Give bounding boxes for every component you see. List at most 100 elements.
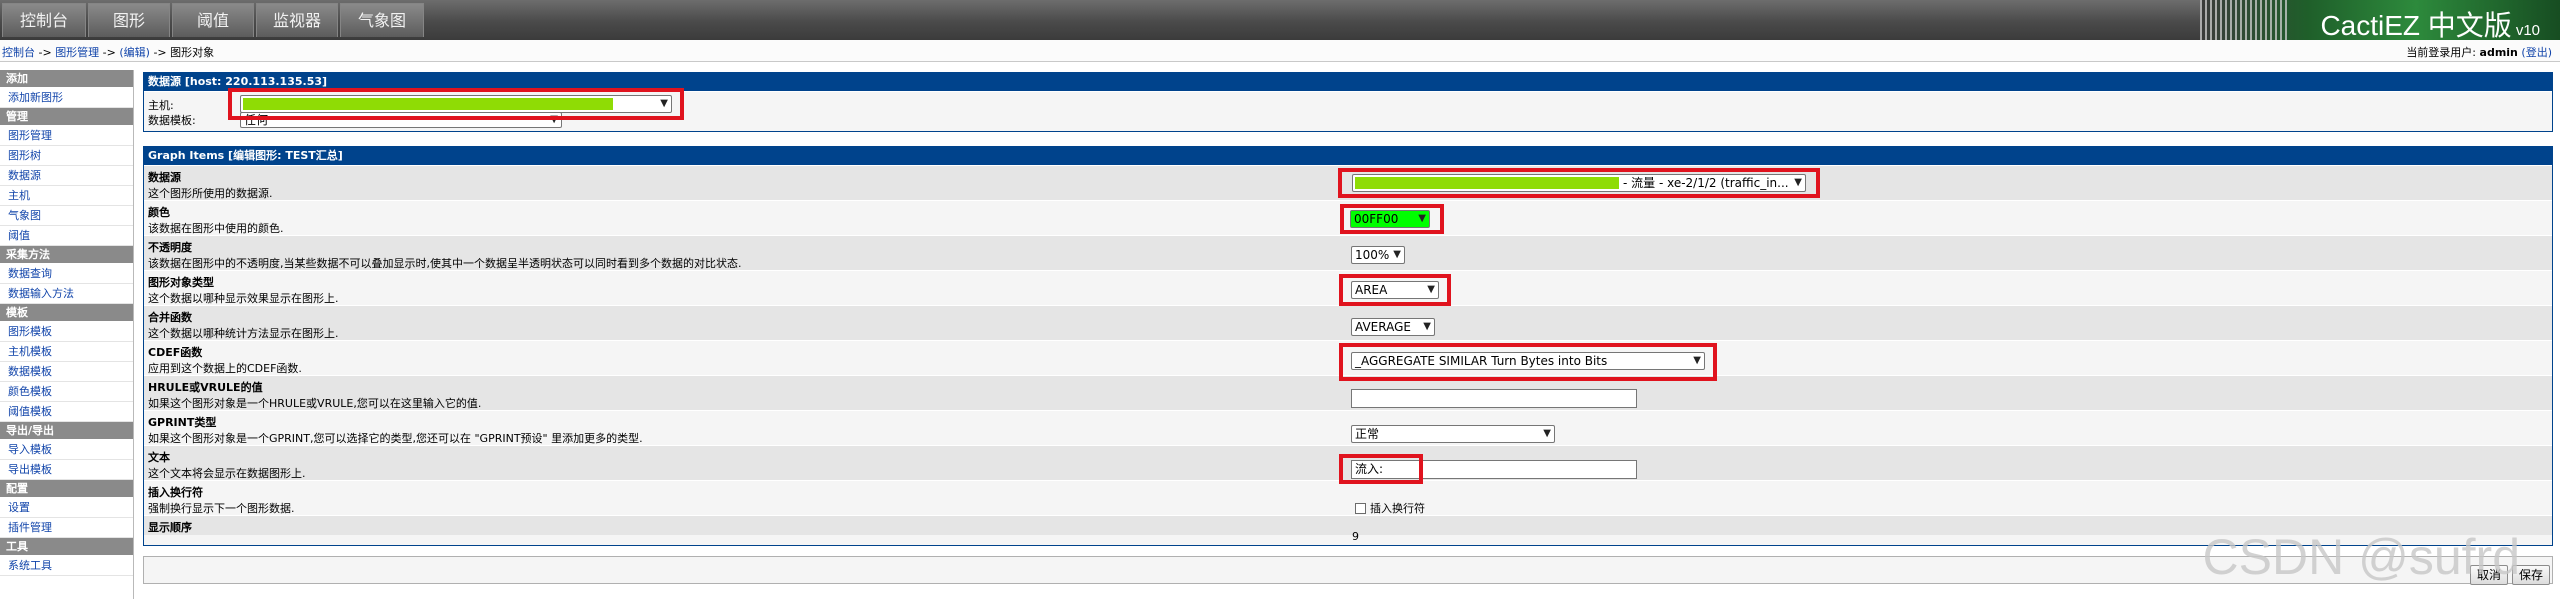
sidebar-item-system-utilities[interactable]: 系统工具 xyxy=(0,556,133,576)
text-desc: 这个文本将会显示在数据图形上. xyxy=(148,467,306,480)
item-type-title: 图形对象类型 xyxy=(148,276,214,289)
hrule-desc: 如果这个图形对象是一个HRULE或VRULE,您可以在这里输入它的值. xyxy=(148,397,482,410)
row-opacity: 不透明度 该数据在图形中的不透明度,当某些数据不可以叠加显示时,使其中一个数据呈… xyxy=(144,235,2552,270)
hard-return-title: 插入换行符 xyxy=(148,486,203,499)
highlight-cdef-select xyxy=(1339,343,1717,381)
graph-items-panel-header: Graph Items [编辑图形: TEST汇总] xyxy=(144,147,2552,165)
top-navigation-bar: 控制台 图形 阈值 监视器 气象图 CactiEZ 中文版 v10 xyxy=(0,0,2560,41)
hard-return-desc: 强制换行显示下一个图形数据. xyxy=(148,502,295,515)
highlight-color-select xyxy=(1340,204,1444,234)
tab-thresholds[interactable]: 阈值 xyxy=(172,3,254,37)
sidebar-item-threshold-templates[interactable]: 阈值模板 xyxy=(0,402,133,422)
opacity-value-text: 100% xyxy=(1355,248,1390,262)
login-info: 当前登录用户: admin (登出) xyxy=(2406,44,2552,60)
datasource-title: 数据源 xyxy=(148,171,181,184)
sidebar-section-collection: 采集方法 xyxy=(0,246,133,264)
login-user: admin xyxy=(2479,46,2518,59)
sidebar-item-add-graph[interactable]: 添加新图形 xyxy=(0,88,133,108)
sidebar-menu: 添加 添加新图形 管理 图形管理 图形树 数据源 主机 气象图 阈值 采集方法 … xyxy=(0,70,134,599)
sidebar-item-data-input-methods[interactable]: 数据输入方法 xyxy=(0,284,133,304)
highlight-datasource-select xyxy=(1338,168,1820,198)
breadcrumb-sep: -> xyxy=(99,46,120,59)
sequence-title: 显示顺序 xyxy=(148,521,192,534)
sidebar-section-config: 配置 xyxy=(0,480,133,498)
row-sequence: 显示顺序 xyxy=(144,515,2552,535)
sidebar-item-weathermap[interactable]: 气象图 xyxy=(0,206,133,226)
hard-return-option: 插入换行符 xyxy=(1355,500,1425,516)
tab-console[interactable]: 控制台 xyxy=(2,3,86,37)
sidebar-section-add: 添加 xyxy=(0,70,133,88)
hard-return-checkbox-label[interactable]: 插入换行符 xyxy=(1370,502,1425,515)
sidebar-item-graph-management[interactable]: 图形管理 xyxy=(0,126,133,146)
color-title: 颜色 xyxy=(148,206,170,219)
sidebar-section-manage: 管理 xyxy=(0,108,133,126)
sidebar-item-import-templates[interactable]: 导入模板 xyxy=(0,440,133,460)
opacity-title: 不透明度 xyxy=(148,241,192,254)
tab-graphs[interactable]: 图形 xyxy=(88,3,170,37)
datasource-desc: 这个图形所使用的数据源. xyxy=(148,187,273,200)
gprint-select[interactable]: 正常 ▼ xyxy=(1351,425,1555,443)
cdef-desc: 应用到这个数据上的CDEF函数. xyxy=(148,362,302,375)
tab-monitor[interactable]: 监视器 xyxy=(256,3,338,37)
sidebar-item-data-queries[interactable]: 数据查询 xyxy=(0,264,133,284)
breadcrumb-bar: 控制台 -> 图形管理 -> (编辑) -> 图形对象 当前登录用户: admi… xyxy=(0,40,2560,62)
opacity-desc: 该数据在图形中的不透明度,当某些数据不可以叠加显示时,使其中一个数据呈半透明状态… xyxy=(148,257,742,270)
brand-stripes xyxy=(2200,0,2290,40)
breadcrumb-console[interactable]: 控制台 xyxy=(2,46,35,59)
breadcrumb: 控制台 -> 图形管理 -> (编辑) -> 图形对象 xyxy=(2,44,214,60)
gprint-value: 正常 xyxy=(1355,427,1380,441)
login-label: 当前登录用户: xyxy=(2406,46,2477,59)
sidebar-item-data-sources[interactable]: 数据源 xyxy=(0,166,133,186)
breadcrumb-sep: -> xyxy=(35,46,56,59)
sidebar-item-graph-tree[interactable]: 图形树 xyxy=(0,146,133,166)
consolidation-desc: 这个数据以哪种统计方法显示在图形上. xyxy=(148,327,339,340)
hard-return-checkbox[interactable] xyxy=(1355,503,1366,514)
host-label: 主机: xyxy=(148,99,174,112)
sidebar-item-export-templates[interactable]: 导出模板 xyxy=(0,460,133,480)
sidebar-section-templates: 模板 xyxy=(0,304,133,322)
breadcrumb-sep: -> xyxy=(149,46,171,59)
breadcrumb-current: 图形对象 xyxy=(170,46,215,59)
consolidation-value: AVERAGE xyxy=(1355,320,1411,334)
sidebar-item-plugin-management[interactable]: 插件管理 xyxy=(0,518,133,538)
color-desc: 该数据在图形中使用的颜色. xyxy=(148,222,284,235)
sidebar-item-thresholds[interactable]: 阈值 xyxy=(0,226,133,246)
brand-name: CactiEZ 中文版 xyxy=(2320,10,2512,41)
hrule-title: HRULE或VRULE的值 xyxy=(148,381,263,394)
sidebar-item-settings[interactable]: 设置 xyxy=(0,498,133,518)
row-gprint: GPRINT类型 如果这个图形对象是一个GPRINT,您可以选择它的类型,您还可… xyxy=(144,410,2552,445)
sidebar-section-import-export: 导出/导出 xyxy=(0,422,133,440)
sidebar-item-devices[interactable]: 主机 xyxy=(0,186,133,206)
breadcrumb-graph-management[interactable]: 图形管理 xyxy=(55,46,99,59)
watermark: CSDN @sufrd xyxy=(2202,529,2520,585)
text-title: 文本 xyxy=(148,451,170,464)
data-template-label: 数据模板: xyxy=(148,114,196,127)
row-hard-return: 插入换行符 强制换行显示下一个图形数据. xyxy=(144,480,2552,515)
sidebar-item-data-templates[interactable]: 数据模板 xyxy=(0,362,133,382)
sidebar-item-color-templates[interactable]: 颜色模板 xyxy=(0,382,133,402)
highlight-text-input xyxy=(1339,454,1423,484)
chevron-down-icon: ▼ xyxy=(1423,321,1431,332)
opacity-select[interactable]: 100% ▼ xyxy=(1351,246,1405,264)
breadcrumb-edit[interactable]: (编辑) xyxy=(119,46,150,59)
brand-title: CactiEZ 中文版 v10 xyxy=(2320,4,2540,44)
sidebar-item-host-templates[interactable]: 主机模板 xyxy=(0,342,133,362)
hrule-value-input[interactable] xyxy=(1351,389,1637,408)
sidebar-item-graph-templates[interactable]: 图形模板 xyxy=(0,322,133,342)
sidebar-section-tools: 工具 xyxy=(0,538,133,556)
consolidation-select[interactable]: AVERAGE ▼ xyxy=(1351,318,1435,336)
brand-version: v10 xyxy=(2515,22,2540,39)
cdef-title: CDEF函数 xyxy=(148,346,203,359)
logout-link[interactable]: (登出) xyxy=(2521,46,2552,59)
highlight-item-type-select xyxy=(1339,274,1451,306)
form-footer-bar xyxy=(143,556,2553,584)
gprint-title: GPRINT类型 xyxy=(148,416,217,429)
row-consolidation: 合并函数 这个数据以哪种统计方法显示在图形上. xyxy=(144,305,2552,340)
highlight-host-select xyxy=(228,88,684,120)
consolidation-title: 合并函数 xyxy=(148,311,192,324)
gprint-desc: 如果这个图形对象是一个GPRINT,您可以选择它的类型,您还可以在 "GPRIN… xyxy=(148,432,643,445)
chevron-down-icon: ▼ xyxy=(1393,249,1401,260)
sequence-value: 9 xyxy=(1352,530,1359,543)
item-type-desc: 这个数据以哪种显示效果显示在图形上. xyxy=(148,292,339,305)
tab-weathermap[interactable]: 气象图 xyxy=(340,3,424,37)
